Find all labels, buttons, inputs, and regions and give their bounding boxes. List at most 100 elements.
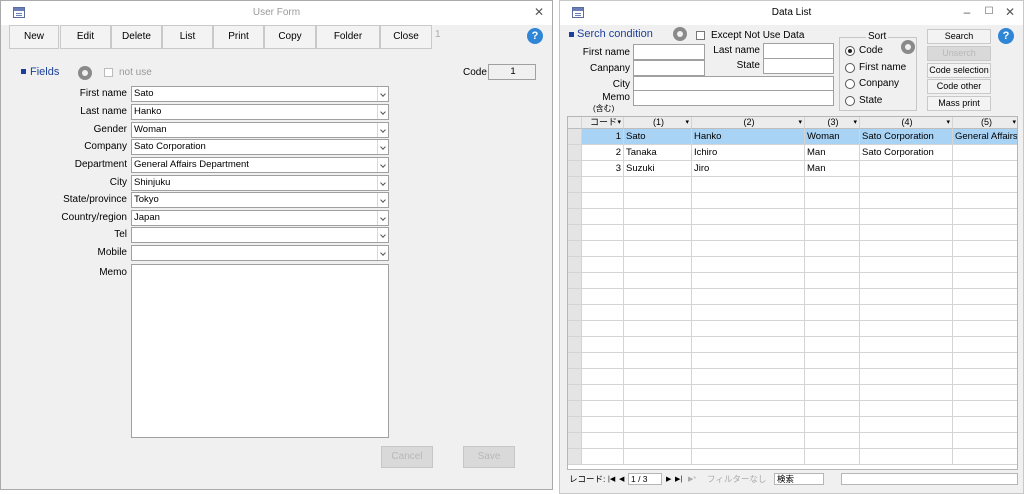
data-grid[interactable]: コード ▾ (1) ▾ (2) ▾ (3) ▾ (4) ▾ (5) ▾ 1 Sato Hanko Woman S… <box>567 116 1018 470</box>
table-cell[interactable]: Hanko <box>692 129 805 145</box>
dropdown-arrow-icon[interactable] <box>377 140 388 154</box>
row-selector[interactable] <box>568 161 582 177</box>
search-button[interactable]: Search <box>927 29 991 44</box>
table-cell[interactable] <box>692 449 805 465</box>
list-button[interactable]: List <box>162 25 213 49</box>
row-selector[interactable] <box>568 145 582 161</box>
close-icon[interactable]: ✕ <box>530 4 548 20</box>
sort-code-radio[interactable] <box>845 46 855 56</box>
table-cell[interactable]: Sato Corporation <box>860 129 953 145</box>
table-cell[interactable] <box>805 417 860 433</box>
code-cell[interactable]: 2 <box>582 145 624 161</box>
sort-first-name-radio[interactable] <box>845 63 855 73</box>
table-cell[interactable] <box>624 177 692 193</box>
row-selector[interactable] <box>568 193 582 209</box>
table-cell[interactable] <box>805 241 860 257</box>
table-cell[interactable] <box>624 417 692 433</box>
table-cell[interactable] <box>692 417 805 433</box>
new-button[interactable]: New <box>9 25 59 49</box>
column-header[interactable]: (5) ▾ <box>953 117 1017 129</box>
table-cell[interactable] <box>953 337 1017 353</box>
table-cell[interactable] <box>692 401 805 417</box>
field-combo[interactable]: Sato <box>131 86 389 102</box>
memo-input[interactable] <box>633 90 834 106</box>
table-cell[interactable]: Ichiro <box>692 145 805 161</box>
table-cell[interactable] <box>860 241 953 257</box>
table-cell[interactable] <box>860 225 953 241</box>
table-cell[interactable] <box>805 305 860 321</box>
settings-icon[interactable] <box>673 27 687 41</box>
sort-settings-icon[interactable] <box>901 40 915 54</box>
field-combo[interactable]: Woman <box>131 122 389 138</box>
save-button[interactable]: Save <box>463 446 515 468</box>
code-cell[interactable] <box>582 241 624 257</box>
code-cell[interactable] <box>582 321 624 337</box>
table-cell[interactable] <box>860 433 953 449</box>
help-icon[interactable]: ? <box>527 28 543 44</box>
table-cell[interactable] <box>692 241 805 257</box>
table-cell[interactable] <box>624 449 692 465</box>
table-cell[interactable] <box>953 273 1017 289</box>
filter-status[interactable]: フィルターなし <box>707 473 766 486</box>
delete-button[interactable]: Delete <box>111 25 162 49</box>
table-cell[interactable]: Sato Corporation <box>860 145 953 161</box>
table-cell[interactable] <box>953 417 1017 433</box>
memo-textarea[interactable] <box>131 264 389 438</box>
table-cell[interactable]: Man <box>805 145 860 161</box>
code-cell[interactable] <box>582 273 624 289</box>
row-selector[interactable] <box>568 369 582 385</box>
table-cell[interactable]: Sato <box>624 129 692 145</box>
horizontal-scrollbar[interactable] <box>841 473 1018 485</box>
table-cell[interactable] <box>624 321 692 337</box>
code-cell[interactable]: 3 <box>582 161 624 177</box>
table-cell[interactable] <box>953 385 1017 401</box>
dropdown-arrow-icon[interactable] <box>377 105 388 119</box>
table-cell[interactable] <box>624 209 692 225</box>
row-selector[interactable] <box>568 449 582 465</box>
table-cell[interactable] <box>805 289 860 305</box>
row-selector[interactable] <box>568 129 582 145</box>
column-header[interactable]: (3) ▾ <box>805 117 860 129</box>
row-selector[interactable] <box>568 385 582 401</box>
dropdown-arrow-icon[interactable] <box>377 87 388 101</box>
code-cell[interactable] <box>582 257 624 273</box>
table-cell[interactable] <box>953 321 1017 337</box>
table-cell[interactable] <box>805 337 860 353</box>
table-cell[interactable] <box>624 193 692 209</box>
table-cell[interactable] <box>692 385 805 401</box>
dropdown-arrow-icon[interactable] <box>377 246 388 260</box>
table-cell[interactable]: Suzuki <box>624 161 692 177</box>
table-cell[interactable] <box>860 369 953 385</box>
table-cell[interactable] <box>624 369 692 385</box>
sort-company-radio[interactable] <box>845 79 855 89</box>
table-cell[interactable] <box>805 369 860 385</box>
table-cell[interactable] <box>953 289 1017 305</box>
company-input[interactable] <box>633 60 705 76</box>
table-cell[interactable] <box>624 305 692 321</box>
prev-record-icon[interactable]: ◀ <box>619 473 624 486</box>
table-cell[interactable] <box>805 449 860 465</box>
code-cell[interactable] <box>582 337 624 353</box>
first-name-input[interactable] <box>633 44 705 60</box>
table-cell[interactable] <box>860 273 953 289</box>
table-cell[interactable] <box>805 353 860 369</box>
table-cell[interactable] <box>860 417 953 433</box>
dropdown-arrow-icon[interactable] <box>377 228 388 242</box>
filter-dropdown-icon[interactable]: ▾ <box>1012 117 1016 128</box>
row-selector[interactable] <box>568 177 582 193</box>
mass-print-button[interactable]: Mass print <box>927 96 991 111</box>
dropdown-arrow-icon[interactable] <box>377 193 388 207</box>
table-cell[interactable] <box>860 321 953 337</box>
help-icon[interactable]: ? <box>998 28 1014 44</box>
folder-button[interactable]: Folder <box>316 25 380 49</box>
table-cell[interactable] <box>953 305 1017 321</box>
table-cell[interactable] <box>805 401 860 417</box>
table-cell[interactable] <box>624 273 692 289</box>
code-cell[interactable] <box>582 225 624 241</box>
row-selector[interactable] <box>568 209 582 225</box>
print-button[interactable]: Print <box>213 25 264 49</box>
table-cell[interactable] <box>860 193 953 209</box>
table-cell[interactable] <box>624 401 692 417</box>
dropdown-arrow-icon[interactable] <box>377 176 388 190</box>
next-record-icon[interactable]: ▶ <box>666 473 671 486</box>
